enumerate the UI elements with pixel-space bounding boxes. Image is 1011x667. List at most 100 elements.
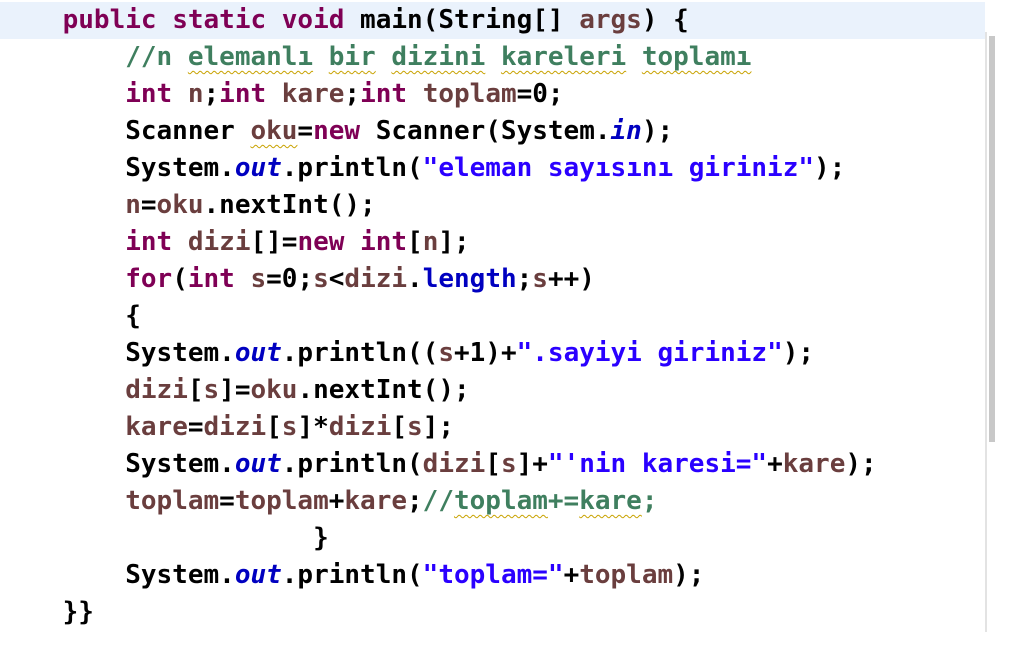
code-token: int <box>219 79 267 109</box>
code-token: System. <box>0 449 235 479</box>
code-token: "toplam=" <box>422 560 564 590</box>
vertical-scrollbar[interactable] <box>985 32 997 632</box>
code-token: new <box>297 227 345 257</box>
code-line[interactable]: System.out.println("toplam="+toplam); <box>0 557 877 594</box>
code-token: toplam <box>422 79 517 109</box>
code-token: Scanner(System. <box>360 116 611 146</box>
code-token: kare <box>125 412 188 442</box>
code-token: main(String[] <box>344 5 580 35</box>
code-token: ) { <box>641 5 689 35</box>
code-token: System. <box>0 560 235 590</box>
code-token: .println( <box>281 449 423 479</box>
code-token: int <box>125 79 173 109</box>
code-token: []= <box>250 227 298 257</box>
code-token: } <box>0 523 329 553</box>
code-token: .println(( <box>281 338 439 368</box>
code-token: ); <box>782 338 815 368</box>
code-token: kare <box>281 79 345 109</box>
code-token: ; <box>407 486 423 516</box>
code-token: n <box>187 79 204 109</box>
code-token: s <box>313 264 329 294</box>
code-token: oku <box>156 190 204 220</box>
code-line[interactable]: { <box>0 298 877 335</box>
code-token: ]+ <box>516 449 548 479</box>
code-line[interactable]: System.out.println((s+1)+".sayiyi girini… <box>0 335 877 372</box>
code-line[interactable]: //n elemanlı bir dizini kareleri toplamı <box>0 39 877 76</box>
code-token: + <box>563 560 580 590</box>
code-token: .nextInt(); <box>297 375 470 405</box>
code-token: [ <box>391 412 408 442</box>
code-line[interactable]: int dizi[]=new int[n]; <box>0 224 877 261</box>
code-line[interactable]: for(int s=0;s<dizi.length;s++) <box>0 261 877 298</box>
code-token: toplam <box>234 486 329 516</box>
code-token: "eleman sayısını giriniz" <box>422 153 815 183</box>
code-line[interactable]: System.out.println("eleman sayısını giri… <box>0 150 877 187</box>
code-token: .println( <box>281 153 423 183</box>
code-token: // <box>422 486 454 516</box>
code-token: n <box>125 190 141 220</box>
code-token: toplam <box>579 560 674 590</box>
code-line[interactable]: n=oku.nextInt(); <box>0 187 877 224</box>
code-token: s <box>281 412 298 442</box>
code-token: //n <box>125 42 188 72</box>
code-token: int <box>360 79 408 109</box>
code-token: dizi <box>125 375 188 405</box>
code-token: elemanlı <box>187 42 314 72</box>
code-token: = <box>187 412 204 442</box>
code-lines[interactable]: public static void main(String[] args) {… <box>0 2 877 631</box>
code-token: s <box>438 338 454 368</box>
code-token: kare <box>782 449 846 479</box>
code-token: ); <box>673 560 705 590</box>
code-token: oku <box>250 375 298 405</box>
code-line[interactable]: }} <box>0 594 877 631</box>
code-token: Scanner <box>0 116 251 146</box>
code-token: ".sayiyi giriniz" <box>516 338 783 368</box>
code-token: int <box>360 227 408 257</box>
code-token: out <box>234 449 282 479</box>
code-token: ); <box>845 449 877 479</box>
code-token: dizi <box>344 264 408 294</box>
code-token: ( <box>172 264 188 294</box>
code-token: ]= <box>219 375 251 405</box>
code-token: < <box>328 264 345 294</box>
code-token: ]; <box>422 412 455 442</box>
code-token: s <box>250 264 267 294</box>
code-token: in <box>610 116 642 146</box>
code-token: +1)+ <box>453 338 517 368</box>
code-token: [ <box>187 375 204 405</box>
code-token: toplam <box>453 486 548 516</box>
code-line[interactable]: toplam=toplam+kare;//toplam+=kare; <box>0 483 877 520</box>
code-token: dizi <box>328 412 392 442</box>
code-line[interactable]: dizi[s]=oku.nextInt(); <box>0 372 877 409</box>
code-token: kare <box>344 486 408 516</box>
code-line[interactable]: System.out.println(dizi[s]+"'nin karesi=… <box>0 446 877 483</box>
code-line[interactable]: Scanner oku=new Scanner(System.in); <box>0 113 877 150</box>
code-token: bir <box>328 42 376 72</box>
code-token: dizini <box>391 42 486 72</box>
code-token: [ <box>266 412 282 442</box>
code-line[interactable]: int n;int kare;int toplam=0; <box>0 76 877 113</box>
scrollbar-thumb[interactable] <box>989 36 995 442</box>
code-editor[interactable]: public static void main(String[] args) {… <box>0 0 1011 667</box>
code-line[interactable]: public static void main(String[] args) { <box>0 2 877 39</box>
code-token: = <box>140 190 157 220</box>
code-token: [ <box>485 449 501 479</box>
code-token: dizi <box>422 449 486 479</box>
code-line[interactable]: kare=dizi[s]*dizi[s]; <box>0 409 877 446</box>
code-token: ; <box>203 79 220 109</box>
code-line[interactable]: } <box>0 520 877 557</box>
